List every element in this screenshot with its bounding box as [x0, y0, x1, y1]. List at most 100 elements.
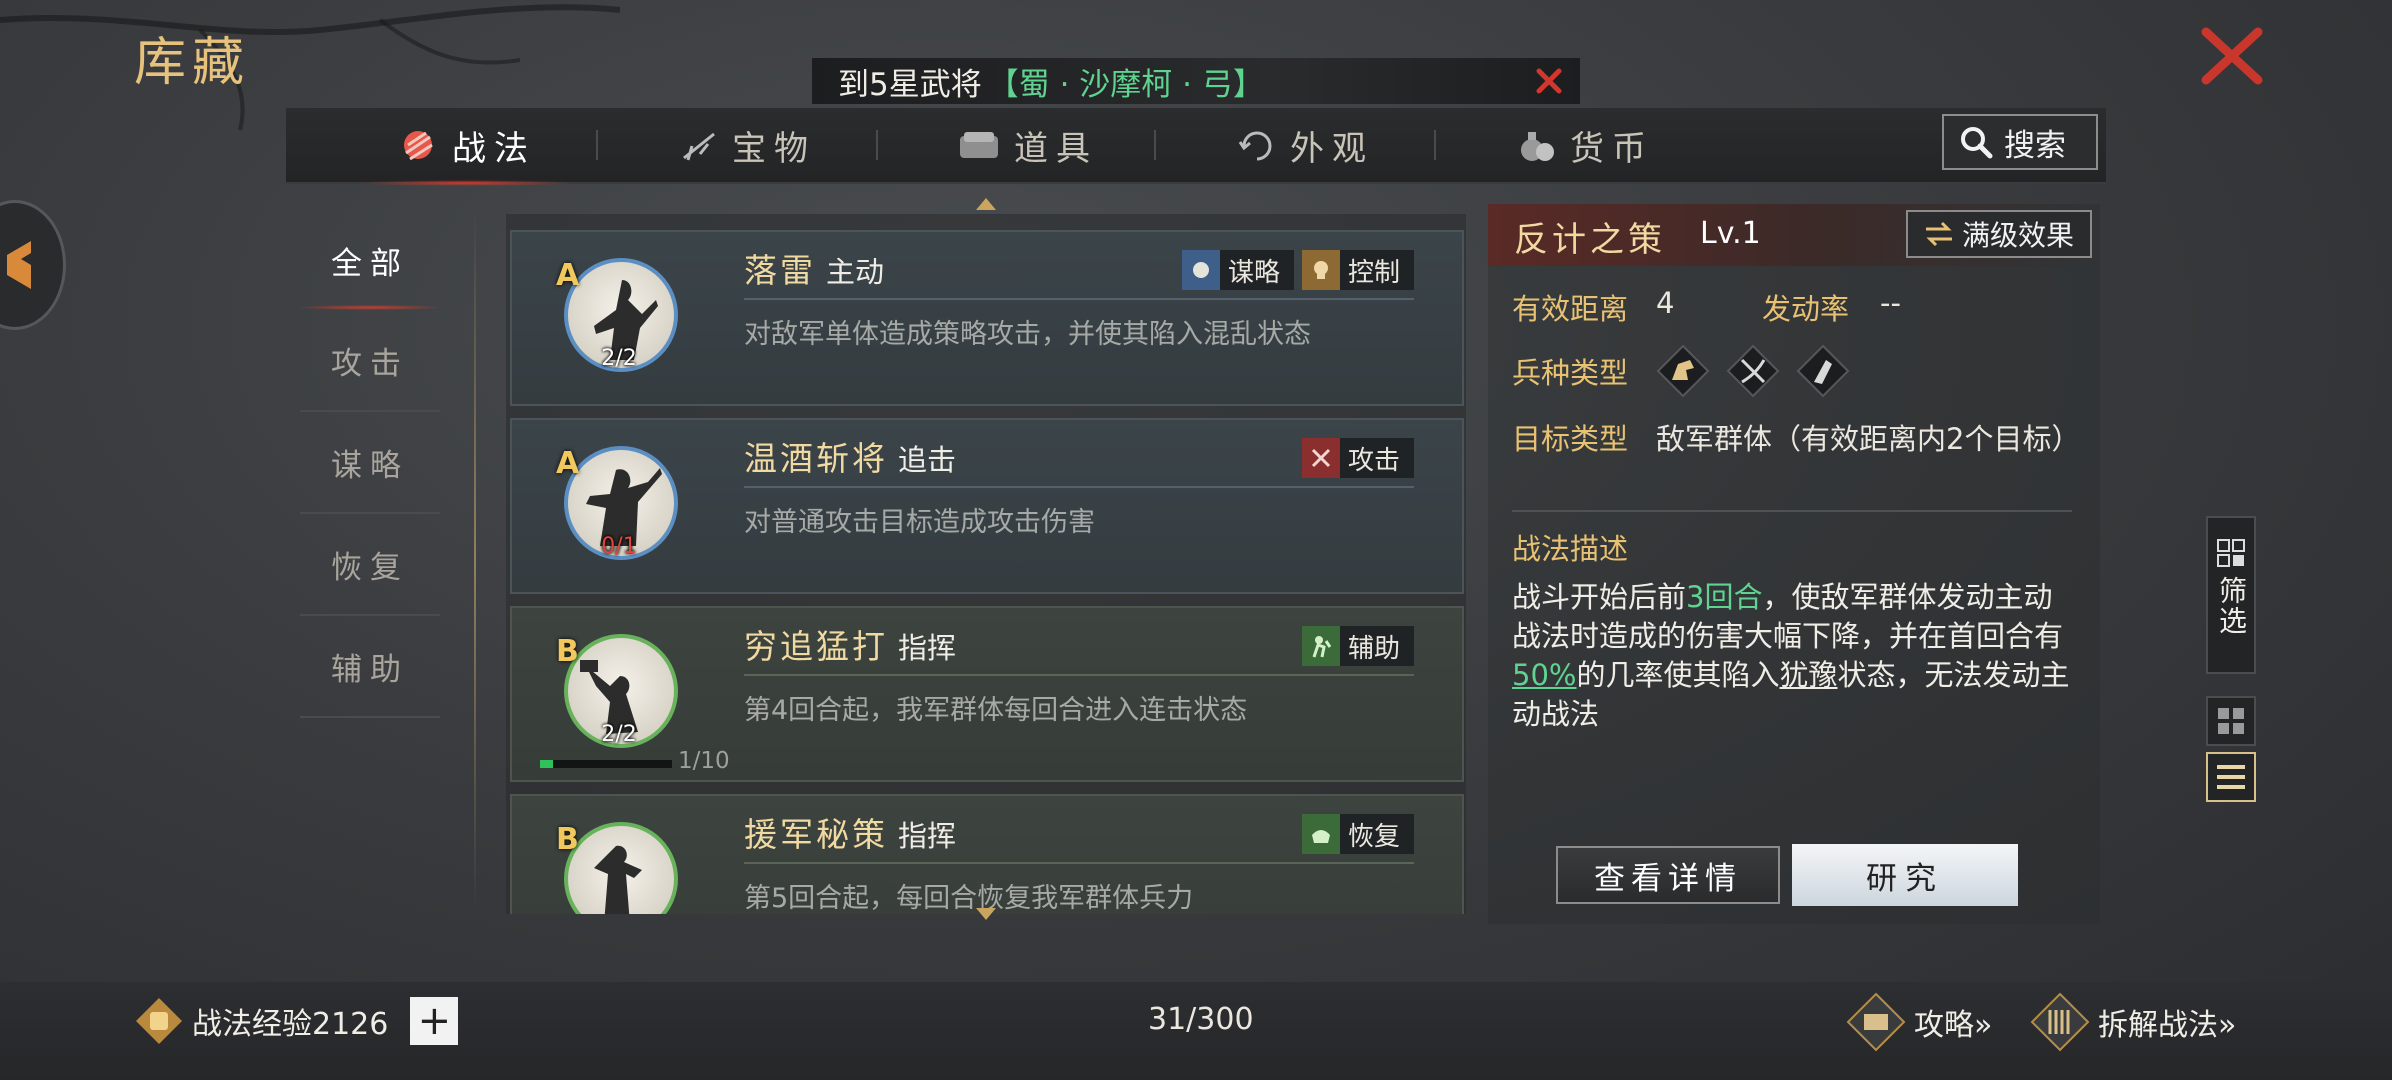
support-icon — [1312, 636, 1332, 658]
max-level-effect-button[interactable]: 满级效果 — [1906, 210, 2092, 258]
range-label: 有效距离 — [1512, 292, 1629, 326]
desc-text: 战斗开始后前 — [1512, 580, 1687, 614]
skill-list[interactable]: A 2/2 落雷 主动 谋略 控制 对敌军单体造成策略攻击，并使其陷入混乱状态 A… — [506, 214, 1466, 914]
tab-separator — [876, 130, 878, 160]
skill-detail-panel: 反计之策 Lv.1 满级效果 有效距离 4 发动率 -- 兵种类型 目标类型 敌… — [1488, 204, 2100, 924]
recover-icon — [1311, 830, 1330, 843]
tag-attack: 攻击 — [1301, 438, 1414, 478]
divider — [744, 298, 1414, 300]
tab-label: 宝物 — [732, 128, 816, 169]
grid-view-toggle[interactable] — [2206, 696, 2256, 746]
archer-icon — [1726, 344, 1780, 398]
side-badge-icon[interactable] — [0, 200, 66, 330]
scroll-bundle-icon — [404, 131, 433, 161]
infantry-icon — [1796, 344, 1850, 398]
search-icon — [1961, 127, 1993, 159]
description-title: 战法描述 — [1512, 532, 1629, 566]
tab-label: 道具 — [1014, 128, 1098, 169]
tab-treasures[interactable]: 宝物 — [678, 108, 816, 182]
banner-close-icon[interactable] — [1532, 64, 1566, 98]
side-item-recover[interactable]: 恢复 — [300, 514, 440, 616]
skill-exp-label: 战法经验2126 — [192, 1007, 389, 1042]
skill-card[interactable]: A 0/1 温酒斩将 追击 攻击 对普通攻击目标造成攻击伤害 — [510, 418, 1464, 594]
tag-strategy: 谋略 — [1181, 250, 1294, 290]
skill-exp-display: 战法经验2126 + — [134, 996, 459, 1046]
range-value: 4 — [1656, 286, 1675, 320]
skill-name-text: 援军秘策 — [744, 815, 888, 854]
detail-skill-level: Lv.1 — [1700, 216, 1761, 251]
close-icon[interactable] — [2192, 24, 2272, 88]
currency-icon — [1521, 132, 1554, 161]
skill-card[interactable]: B 援军秘策 指挥 恢复 第5回合起，每回合恢复我军群体兵力 — [510, 794, 1464, 914]
tab-items[interactable]: 道具 — [956, 108, 1098, 182]
attack-icon — [1311, 448, 1331, 468]
desc-highlight[interactable]: 50% — [1512, 658, 1576, 692]
banner-text: 到5星武将 — [838, 66, 982, 103]
fist-exp-icon — [136, 998, 182, 1044]
category-tabbar: 战法 宝物 道具 外观 货币 — [286, 108, 2106, 186]
notification-banner: 到5星武将 【蜀 · 沙摩柯 · 弓】 — [812, 58, 1580, 104]
skill-name: 落雷 主动 — [744, 244, 884, 292]
side-item-all[interactable]: 全部 — [300, 210, 440, 310]
filter-label: 筛选 — [2215, 576, 2248, 636]
skill-uses: 2/2 — [601, 346, 637, 371]
skill-tags: 恢复 — [1301, 814, 1414, 854]
guide-label: 攻略» — [1914, 1008, 1993, 1043]
skill-description: 第5回合起，每回合恢复我军群体兵力 — [744, 883, 1194, 914]
desc-keyword-link[interactable]: 犹豫 — [1779, 658, 1837, 692]
divider — [744, 862, 1414, 864]
dismantle-icon — [2030, 992, 2090, 1052]
skill-tags: 谋略 控制 — [1181, 250, 1414, 290]
skill-portrait — [564, 822, 678, 914]
appearance-icon — [1238, 131, 1272, 161]
scroll-down-icon — [976, 908, 996, 920]
side-item-support[interactable]: 辅助 — [300, 616, 440, 718]
skill-description: 对敌军单体造成策略攻击，并使其陷入混乱状态 — [744, 319, 1311, 350]
tab-separator — [1434, 130, 1436, 160]
tab-separator — [596, 130, 598, 160]
arrow-icon — [7, 241, 31, 289]
skill-card[interactable]: A 2/2 落雷 主动 谋略 控制 对敌军单体造成策略攻击，并使其陷入混乱状态 — [510, 230, 1464, 406]
skill-description: 第4回合起，我军群体每回合进入连击状态 — [744, 695, 1248, 726]
control-icon — [1313, 261, 1328, 279]
skill-grade: A — [556, 258, 580, 293]
research-button[interactable]: 研究 — [1792, 844, 2018, 906]
page-title: 库藏 — [134, 33, 251, 93]
strategy-icon — [1192, 262, 1209, 278]
list-view-toggle[interactable] — [2206, 752, 2256, 802]
skill-name-text: 落雷 — [744, 251, 816, 290]
divider — [744, 674, 1414, 676]
side-item-attack[interactable]: 攻击 — [300, 310, 440, 412]
skill-grade: B — [556, 822, 579, 857]
tab-skills[interactable]: 战法 — [356, 108, 576, 186]
max-level-label: 满级效果 — [1961, 219, 2074, 252]
skill-grade: A — [556, 446, 580, 481]
tab-appearance[interactable]: 外观 — [1236, 108, 1374, 182]
skill-name-text: 穷追猛打 — [744, 627, 888, 666]
skill-description: 对普通攻击目标造成攻击伤害 — [744, 507, 1095, 538]
side-item-strategy[interactable]: 谋略 — [300, 412, 440, 514]
skill-tags: 辅助 — [1301, 626, 1414, 666]
scroll-up-icon — [976, 198, 996, 210]
guide-book-icon — [1846, 992, 1906, 1052]
divider — [1512, 510, 2072, 512]
tab-currency[interactable]: 货币 — [1516, 108, 1654, 182]
banner-hero-name: 【蜀 · 沙摩柯 · 弓】 — [987, 66, 1264, 103]
guide-link[interactable]: 攻略» — [1846, 992, 1992, 1052]
target-type-label: 目标类型 — [1512, 422, 1629, 456]
add-exp-button[interactable]: + — [410, 997, 459, 1045]
side-filter-nav: 全部 攻击 谋略 恢复 辅助 — [300, 210, 440, 718]
skill-type: 指挥 — [898, 631, 957, 665]
grid-view-icon — [2218, 708, 2244, 734]
unit-type-label: 兵种类型 — [1512, 356, 1629, 390]
cavalry-icon — [1656, 344, 1710, 398]
skill-grade: B — [556, 634, 579, 669]
view-details-button[interactable]: 查看详情 — [1556, 846, 1780, 904]
item-icon — [960, 132, 998, 158]
skill-card[interactable]: B 2/2 穷追猛打 指挥 辅助 第4回合起，我军群体每回合进入连击状态 1/10 — [510, 606, 1464, 782]
filter-button[interactable]: 筛选 — [2206, 516, 2256, 674]
search-button[interactable]: 搜索 — [1942, 114, 2098, 170]
divider — [744, 486, 1414, 488]
dismantle-skill-link[interactable]: 拆解战法» — [2030, 992, 2236, 1052]
skill-type: 主动 — [826, 255, 885, 289]
